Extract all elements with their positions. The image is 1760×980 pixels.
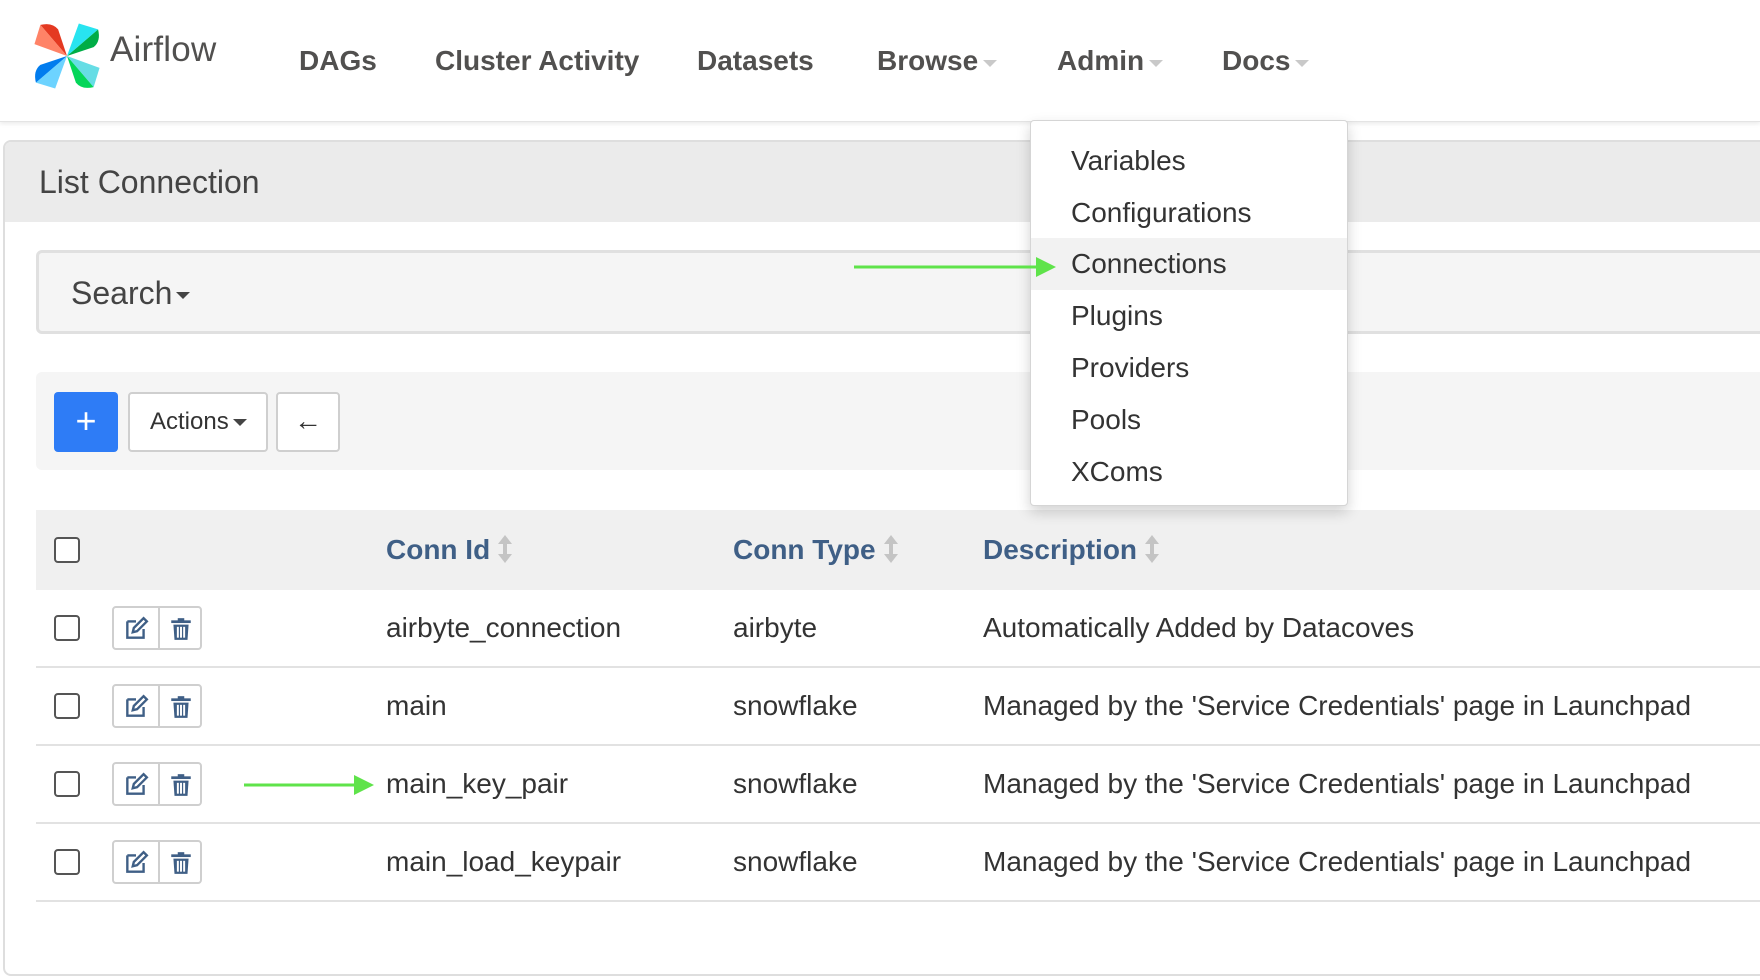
table-row: main snowflake Managed by the 'Service C…: [36, 668, 1760, 746]
edit-icon[interactable]: [123, 616, 149, 642]
search-label: Search: [71, 275, 173, 311]
action-toolbar: + Actions ←: [36, 372, 1760, 470]
column-header-description[interactable]: Description: [983, 534, 1160, 566]
search-dropdown-toggle[interactable]: Search: [71, 275, 191, 312]
menu-item-pools[interactable]: Pools: [1031, 394, 1347, 446]
chevron-down-icon: [1149, 59, 1164, 67]
edit-icon[interactable]: [123, 850, 149, 876]
nav-admin-label: Admin: [1057, 45, 1145, 76]
top-navbar: Airflow DAGs Cluster Activity Datasets B…: [0, 0, 1760, 122]
menu-item-plugins[interactable]: Plugins: [1031, 290, 1347, 342]
annotation-arrow-icon: [854, 257, 1056, 277]
row-action-buttons: [112, 684, 202, 728]
description-header-label: Description: [983, 534, 1138, 565]
select-all-checkbox[interactable]: [54, 537, 80, 563]
conn-id-cell: main: [386, 690, 447, 721]
caret-down-icon: [232, 419, 247, 426]
trash-icon[interactable]: [168, 850, 194, 876]
edit-icon[interactable]: [123, 694, 149, 720]
row-checkbox[interactable]: [54, 693, 80, 719]
airflow-logo-icon: [34, 23, 100, 89]
menu-item-xcoms[interactable]: XComs: [1031, 446, 1347, 498]
table-row: airbyte_connection airbyte Automatically…: [36, 590, 1760, 668]
conn-type-cell: airbyte: [733, 612, 818, 643]
conn-id-cell: airbyte_connection: [386, 612, 622, 643]
sort-icon: [1145, 535, 1160, 563]
column-header-conn-id[interactable]: Conn Id: [386, 534, 513, 566]
row-checkbox[interactable]: [54, 615, 80, 641]
conn-type-header-label: Conn Type: [733, 534, 876, 565]
sort-icon: [498, 535, 513, 563]
page-title: List Connection: [39, 164, 260, 200]
chevron-down-icon: [1295, 59, 1310, 67]
nav-datasets-label: Datasets: [697, 45, 814, 76]
nav-docs[interactable]: Docs: [1222, 0, 1310, 122]
back-button[interactable]: ←: [276, 392, 340, 452]
row-checkbox[interactable]: [54, 849, 80, 875]
description-cell: Managed by the 'Service Credentials' pag…: [983, 768, 1692, 799]
row-action-buttons: [112, 840, 202, 884]
sort-icon: [883, 535, 898, 563]
caret-down-icon: [176, 292, 191, 299]
menu-item-providers[interactable]: Providers: [1031, 342, 1347, 394]
edit-icon[interactable]: [123, 772, 149, 798]
conn-type-cell: snowflake: [733, 690, 858, 721]
conn-type-cell: snowflake: [733, 846, 858, 877]
nav-browse-label: Browse: [877, 45, 979, 76]
description-cell: Managed by the 'Service Credentials' pag…: [983, 690, 1692, 721]
nav-admin[interactable]: Admin: [1057, 0, 1164, 122]
column-header-conn-type[interactable]: Conn Type: [733, 534, 898, 566]
nav-cluster-activity-label: Cluster Activity: [435, 45, 640, 76]
nav-cluster-activity[interactable]: Cluster Activity: [435, 0, 639, 122]
menu-item-connections[interactable]: Connections: [1031, 238, 1347, 290]
table-row: main_load_keypair snowflake Managed by t…: [36, 824, 1760, 902]
admin-dropdown-menu: Variables Configurations Connections Plu…: [1030, 120, 1348, 506]
conn-id-cell: main_key_pair: [386, 768, 569, 799]
description-cell: Automatically Added by Datacoves: [983, 612, 1415, 643]
row-action-buttons: [112, 606, 202, 650]
brand-logo-link[interactable]: Airflow: [30, 18, 216, 94]
actions-dropdown-button[interactable]: Actions: [128, 392, 268, 452]
trash-icon[interactable]: [168, 772, 194, 798]
nav-docs-label: Docs: [1222, 45, 1291, 76]
row-checkbox[interactable]: [54, 771, 80, 797]
trash-icon[interactable]: [168, 694, 194, 720]
trash-icon[interactable]: [168, 616, 194, 642]
row-action-buttons: [112, 762, 202, 806]
conn-type-cell: snowflake: [733, 768, 858, 799]
description-cell: Managed by the 'Service Credentials' pag…: [983, 846, 1692, 877]
chevron-down-icon: [983, 59, 998, 67]
brand-name: Airflow: [110, 30, 217, 69]
conn-id-header-label: Conn Id: [386, 534, 491, 565]
nav-dags[interactable]: DAGs: [299, 0, 377, 122]
actions-label: Actions: [150, 408, 229, 435]
nav-browse[interactable]: Browse: [877, 0, 998, 122]
menu-item-variables[interactable]: Variables: [1031, 135, 1347, 187]
add-connection-button[interactable]: +: [54, 392, 118, 452]
menu-item-configurations[interactable]: Configurations: [1031, 187, 1347, 239]
table-header: Conn Id Conn Type Description: [36, 510, 1760, 590]
panel-header: List Connection: [5, 142, 1760, 222]
nav-datasets[interactable]: Datasets: [697, 0, 814, 122]
conn-id-cell: main_load_keypair: [386, 846, 622, 877]
nav-dags-label: DAGs: [299, 45, 377, 76]
annotation-arrow-icon: [244, 775, 374, 795]
